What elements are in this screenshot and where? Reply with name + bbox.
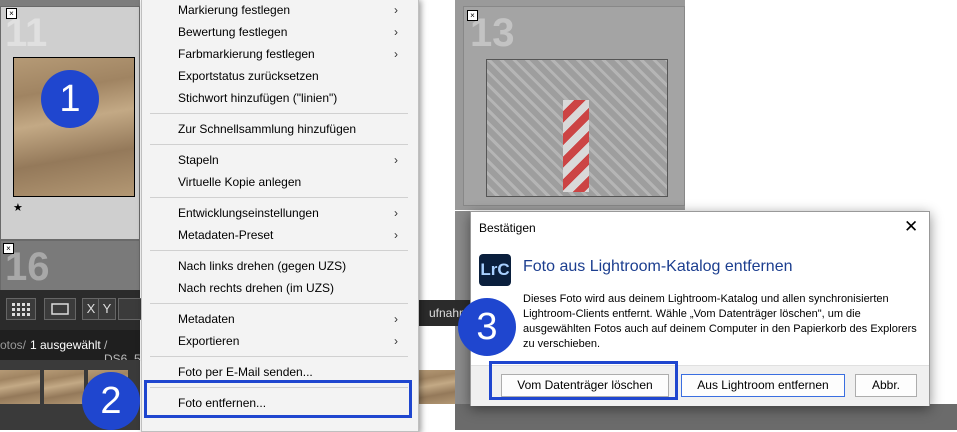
- submenu-arrow-icon: ›: [394, 3, 398, 17]
- post-illustration: [563, 100, 589, 192]
- selection-count: 1 ausgewählt: [30, 338, 101, 352]
- rating-star-icon[interactable]: ★: [13, 201, 23, 214]
- submenu-arrow-icon: ›: [394, 153, 398, 167]
- menu-item-email[interactable]: Foto per E-Mail senden...: [178, 365, 313, 379]
- dialog-message: Dieses Foto wird aus deinem Lightroom-Ka…: [523, 293, 917, 350]
- menu-separator: [150, 144, 408, 145]
- step-highlight-frame: [144, 380, 412, 418]
- menu-item-stapeln[interactable]: Stapeln: [178, 153, 219, 167]
- context-menu: Markierung festlegen › Bewertung festleg…: [141, 0, 419, 432]
- menu-item-bewertung[interactable]: Bewertung festlegen: [178, 25, 287, 39]
- lightroom-classic-icon: LrC: [479, 254, 511, 286]
- step-badge-3: 3: [458, 298, 516, 356]
- menu-separator: [150, 250, 408, 251]
- grid-cell-16[interactable]: 16: [0, 240, 140, 292]
- remove-from-lightroom-button[interactable]: Aus Lightroom entfernen: [681, 374, 845, 397]
- dialog-title: Bestätigen: [479, 221, 536, 235]
- grid-view-right: 13 ×: [455, 0, 685, 210]
- background-strip: [455, 404, 957, 430]
- menu-item-schnellsammlung[interactable]: Zur Schnellsammlung hinzufügen: [178, 122, 356, 136]
- filmstrip-breadcrumb: otos/ 1 ausgewählt / DS6_5: [0, 330, 141, 366]
- close-icon[interactable]: ×: [6, 8, 17, 19]
- menu-item-drehen-rechts[interactable]: Nach rechts drehen (im UZS): [178, 281, 334, 295]
- submenu-arrow-icon: ›: [394, 334, 398, 348]
- filmstrip-thumbnail[interactable]: [0, 370, 40, 404]
- grid-cell-13[interactable]: 13: [463, 6, 685, 206]
- menu-item-entwicklungseinstellungen[interactable]: Entwicklungseinstellungen: [178, 206, 319, 220]
- menu-item-markierung[interactable]: Markierung festlegen: [178, 3, 290, 17]
- submenu-arrow-icon: ›: [394, 206, 398, 220]
- close-icon[interactable]: ×: [3, 243, 14, 254]
- step-highlight-frame: [489, 361, 678, 400]
- menu-item-exportieren[interactable]: Exportieren: [178, 334, 239, 348]
- menu-item-drehen-links[interactable]: Nach links drehen (gegen UZS): [178, 259, 346, 273]
- menu-item-virtuelle-kopie[interactable]: Virtuelle Kopie anlegen: [178, 175, 301, 189]
- menu-separator: [150, 197, 408, 198]
- filmstrip-thumbnail[interactable]: [415, 370, 455, 416]
- dialog-heading: Foto aus Lightroom-Katalog entfernen: [523, 258, 793, 275]
- compare-view-y-button[interactable]: Y: [98, 298, 116, 320]
- library-toolbar: X Y: [0, 290, 142, 330]
- menu-item-stichwort[interactable]: Stichwort hinzufügen ("linien"): [178, 91, 337, 105]
- survey-view-icon[interactable]: [118, 298, 142, 320]
- breadcrumb-path[interactable]: otos/: [0, 338, 26, 352]
- close-icon[interactable]: ×: [467, 10, 478, 21]
- menu-separator: [150, 356, 408, 357]
- submenu-arrow-icon: ›: [394, 47, 398, 61]
- submenu-arrow-icon: ›: [394, 228, 398, 242]
- step-badge-2: 2: [82, 372, 140, 430]
- menu-separator: [150, 303, 408, 304]
- submenu-arrow-icon: ›: [394, 312, 398, 326]
- photo-thumbnail-fence[interactable]: [486, 59, 668, 197]
- submenu-arrow-icon: ›: [394, 25, 398, 39]
- step-badge-1: 1: [41, 70, 99, 128]
- menu-item-metadaten-preset[interactable]: Metadaten-Preset: [178, 228, 273, 242]
- menu-item-metadaten[interactable]: Metadaten: [178, 312, 235, 326]
- cancel-button[interactable]: Abbr.: [855, 374, 917, 397]
- menu-item-farbmarkierung[interactable]: Farbmarkierung festlegen: [178, 47, 315, 61]
- filmstrip-thumbnail[interactable]: [44, 370, 84, 404]
- menu-item-exportstatus[interactable]: Exportstatus zurücksetzen: [178, 69, 319, 83]
- grid-view-icon[interactable]: [6, 298, 36, 320]
- menu-separator: [150, 113, 408, 114]
- loupe-view-icon[interactable]: [44, 298, 76, 320]
- grid-view-left: 11 ★ × 16 ×: [0, 0, 140, 292]
- close-icon[interactable]: ✕: [904, 217, 918, 237]
